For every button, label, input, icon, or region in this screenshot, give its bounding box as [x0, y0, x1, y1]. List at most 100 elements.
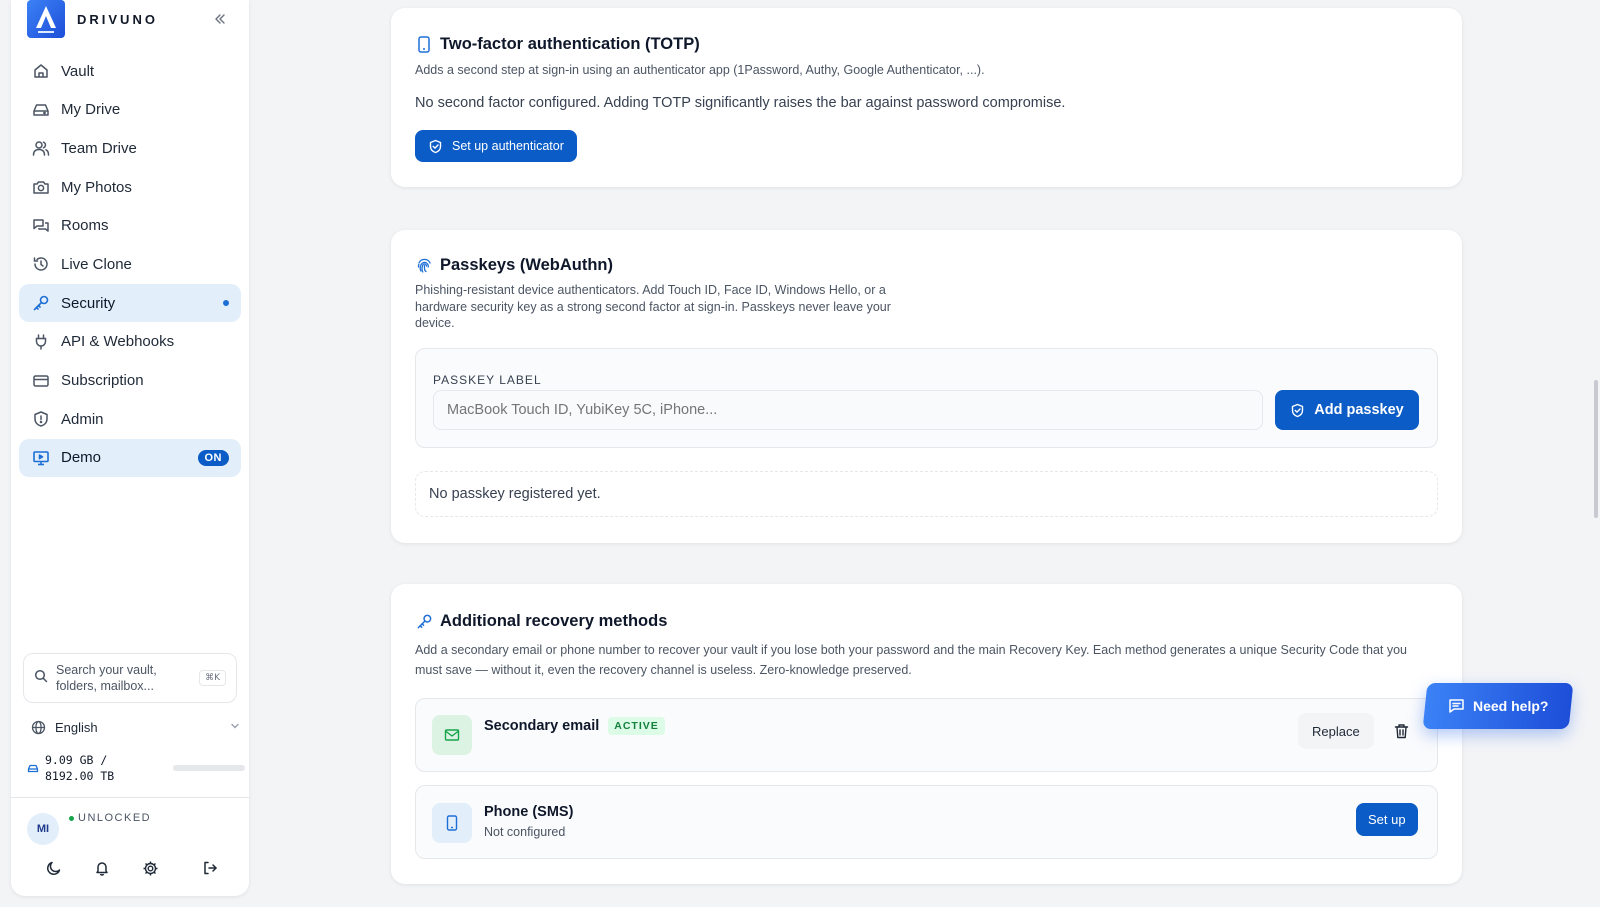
totp-card: Two-factor authentication (TOTP) Adds a …: [391, 8, 1462, 187]
sidebar-item-security[interactable]: Security: [19, 284, 241, 323]
vault-status-label: UNLOCKED: [78, 812, 152, 824]
search-placeholder: Search your vault, folders, mailbox...: [56, 663, 157, 693]
plug-icon: [31, 332, 51, 352]
vault-status: UNLOCKED: [69, 811, 151, 825]
sidebar-item-demo[interactable]: Demo ON: [19, 438, 241, 477]
shield-icon: [31, 409, 51, 429]
brand-name: DRIVUNO: [77, 11, 158, 27]
phone-sms-label: Phone (SMS): [484, 804, 574, 820]
brand[interactable]: DRIVUNO: [27, 0, 158, 38]
set-up-phone-button[interactable]: Set up: [1356, 803, 1418, 836]
need-help-label: Need help?: [1472, 698, 1549, 714]
storage-total: 8192.00 TB: [45, 769, 115, 783]
sidebar-item-team-drive[interactable]: Team Drive: [19, 129, 241, 167]
scrollbar[interactable]: [1594, 380, 1598, 518]
replace-email-button[interactable]: Replace: [1298, 713, 1374, 749]
fingerprint-icon: [415, 257, 433, 275]
language-selector[interactable]: English: [31, 716, 241, 738]
storage-usage: 9.09 GB / 8192.00 TB: [27, 752, 245, 784]
passkeys-empty-state: No passkey registered yet.: [415, 471, 1438, 517]
demo-on-badge: ON: [197, 449, 229, 466]
sidebar-item-my-photos[interactable]: My Photos: [19, 168, 241, 206]
passkeys-title-row: Passkeys (WebAuthn): [415, 256, 613, 275]
sidebar-item-subscription[interactable]: Subscription: [19, 362, 241, 400]
sidebar-item-admin[interactable]: Admin: [19, 400, 241, 438]
add-passkey-form: PASSKEY LABEL Add passkey: [415, 348, 1438, 448]
card-icon: [31, 371, 51, 391]
drive-icon: [31, 100, 51, 120]
secondary-email-row: Secondary email ACTIVE Replace: [415, 698, 1438, 772]
user-status: MI UNLOCKED: [27, 811, 151, 845]
totp-subtitle: Adds a second step at sign-in using an a…: [415, 63, 985, 77]
storage-used: 9.09 GB /: [45, 753, 108, 767]
totp-status: No second factor configured. Adding TOTP…: [415, 95, 1066, 111]
search-shortcut: ⌘K: [199, 670, 226, 686]
sidebar-item-label: API & Webhooks: [61, 333, 175, 351]
history-icon: [31, 254, 51, 274]
sidebar: DRIVUNO Vault My Drive Team Drive My Pho…: [11, 0, 249, 896]
message-icon: [1448, 698, 1465, 714]
trash-icon[interactable]: [1391, 721, 1411, 741]
key-icon: [31, 293, 51, 313]
home-icon: [31, 61, 51, 81]
avatar[interactable]: MI: [27, 813, 59, 845]
sidebar-item-my-drive[interactable]: My Drive: [19, 91, 241, 129]
sidebar-item-rooms[interactable]: Rooms: [19, 207, 241, 245]
sidebar-item-label: Live Clone: [61, 255, 132, 273]
sidebar-item-label: My Drive: [61, 101, 121, 119]
smartphone-icon: [415, 36, 433, 54]
sidebar-item-label: My Photos: [61, 178, 132, 196]
logout-icon[interactable]: [199, 857, 221, 879]
storage-bar: [173, 765, 245, 771]
passkeys-empty-text: No passkey registered yet.: [429, 486, 601, 502]
recovery-card: Additional recovery methods Add a second…: [391, 584, 1462, 884]
sidebar-item-label: Security: [61, 294, 116, 312]
recovery-title: Additional recovery methods: [440, 612, 668, 630]
sidebar-footer-actions: [39, 857, 239, 879]
key-icon: [415, 613, 433, 631]
sidebar-item-label: Vault: [61, 62, 95, 80]
phone-sms-row: Phone (SMS) Not configured Set up: [415, 785, 1438, 859]
shield-check-icon: [428, 139, 443, 154]
chevron-down-icon: [229, 720, 241, 735]
set-up-authenticator-button[interactable]: Set up authenticator: [415, 130, 577, 162]
passkeys-description: Phishing-resistant device authenticators…: [415, 283, 891, 330]
sidebar-divider: [11, 797, 249, 798]
sidebar-item-label: Admin: [61, 410, 104, 428]
sidebar-item-vault[interactable]: Vault: [19, 52, 241, 90]
active-indicator: [223, 300, 229, 307]
bell-icon[interactable]: [91, 857, 113, 879]
search-icon: [34, 669, 48, 688]
sidebar-item-label: Demo: [61, 449, 102, 467]
sidebar-item-label: Rooms: [61, 217, 109, 235]
recovery-title-row: Additional recovery methods: [415, 612, 667, 631]
camera-icon: [31, 177, 51, 197]
sidebar-item-api-webhooks[interactable]: API & Webhooks: [19, 323, 241, 361]
status-dot: [69, 815, 74, 821]
collapse-sidebar-icon[interactable]: [210, 9, 230, 29]
passkeys-title: Passkeys (WebAuthn): [440, 256, 613, 274]
users-icon: [31, 138, 51, 158]
chat-icon: [31, 216, 51, 236]
sidebar-item-label: Team Drive: [61, 139, 137, 157]
add-passkey-button[interactable]: Add passkey: [1275, 390, 1419, 430]
mail-icon: [432, 715, 472, 755]
need-help-button[interactable]: Need help?: [1422, 683, 1574, 729]
smartphone-icon: [432, 803, 472, 843]
monitor-icon: [31, 448, 51, 468]
sidebar-item-live-clone[interactable]: Live Clone: [19, 245, 241, 283]
totp-title-row: Two-factor authentication (TOTP): [415, 35, 700, 54]
add-passkey-label: Add passkey: [1314, 402, 1404, 418]
status-badge: ACTIVE: [608, 717, 665, 735]
language-label: English: [55, 719, 98, 735]
storage-icon: [27, 762, 39, 774]
gear-icon[interactable]: [139, 857, 161, 879]
sidebar-search[interactable]: Search your vault, folders, mailbox... ⌘…: [23, 653, 237, 703]
recovery-description: Add a secondary email or phone number to…: [415, 643, 1407, 677]
passkey-label-input[interactable]: [433, 390, 1263, 430]
sidebar-item-label: Subscription: [61, 372, 144, 389]
moon-icon[interactable]: [43, 857, 65, 879]
globe-icon: [31, 720, 46, 735]
sidebar-nav: Vault My Drive Team Drive My Photos Room…: [19, 52, 241, 478]
secondary-email-header: Secondary email ACTIVE: [484, 717, 665, 735]
